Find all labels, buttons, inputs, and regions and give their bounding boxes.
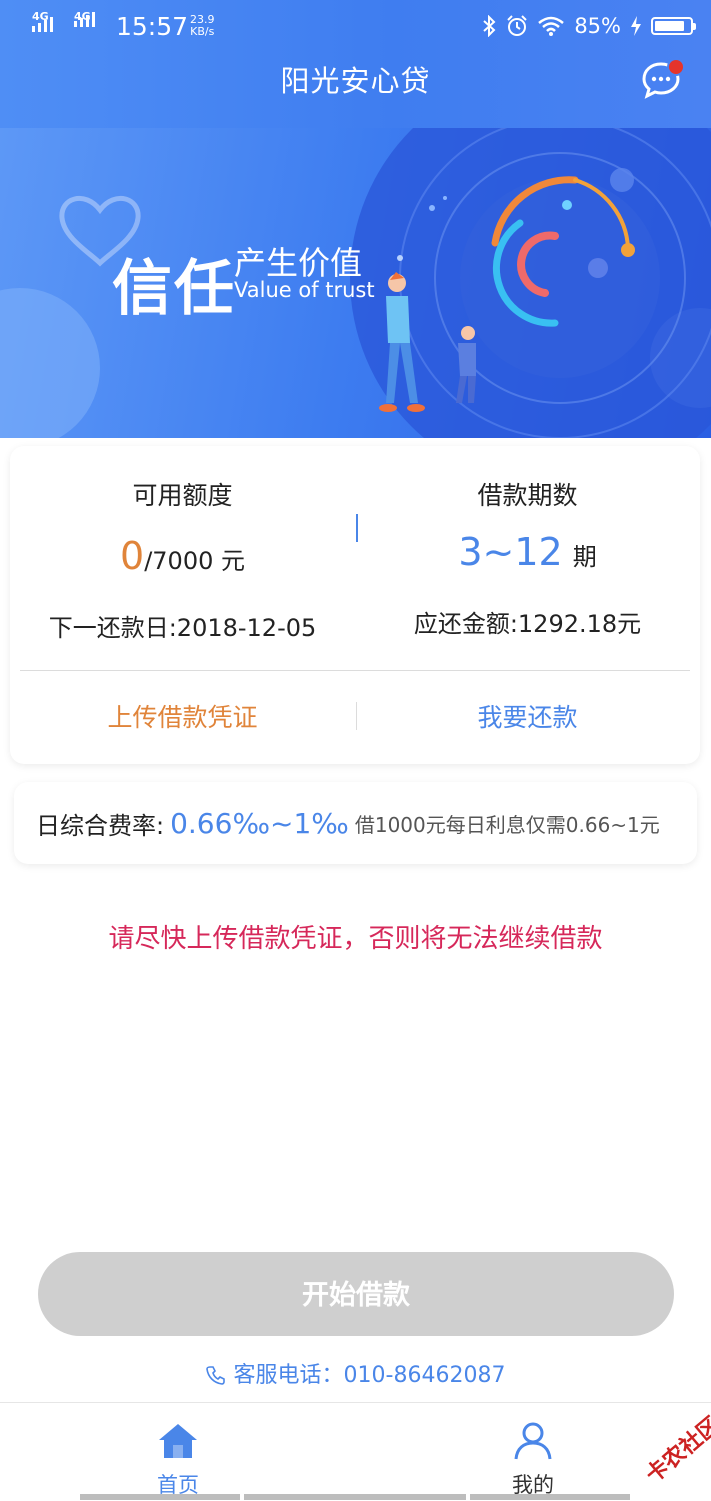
charging-icon	[631, 16, 641, 36]
tab-mine[interactable]: 我的	[433, 1403, 633, 1501]
wifi-icon	[538, 16, 565, 36]
period-amount: 3~12 期	[355, 530, 700, 574]
due-amount: 应还金额:1292.18元	[413, 610, 642, 638]
rate-value: 0.66‰~1‰	[170, 806, 349, 840]
app-header: 4G 4G 15:57 23.9 KB/s 85% 阳光安心贷	[0, 0, 711, 128]
battery-icon	[651, 17, 696, 35]
next-repay-date: 下一还款日:2018-12-05	[48, 614, 317, 642]
period-value: 3~12	[458, 530, 563, 574]
warning-message: 请尽快上传借款凭证，否则将无法继续借款	[108, 924, 603, 954]
home-icon	[159, 1424, 197, 1458]
quota-total: /7000	[144, 547, 214, 575]
period-label: 借款期数	[477, 481, 578, 510]
battery-percent: 85%	[574, 14, 621, 38]
rate-description: 借1000元每日利息仅需0.66~1元	[354, 812, 660, 837]
status-icons: 85%	[482, 14, 696, 38]
status-time: 15:57	[116, 12, 189, 41]
nav-strip-right	[470, 1494, 630, 1500]
rate-card: 日综合费率: 0.66‰~1‰ 借1000元每日利息仅需0.66~1元	[14, 782, 697, 864]
quota-unit: 元	[221, 547, 245, 575]
signal-label-1: 4G	[32, 10, 49, 23]
repay-button[interactable]: 我要还款	[355, 671, 700, 764]
period-section: 借款期数 3~12 期 应还金额:1292.18元	[355, 446, 700, 639]
alarm-icon	[507, 15, 528, 36]
tab-home[interactable]: 首页	[78, 1403, 278, 1501]
user-icon	[514, 1422, 552, 1460]
nav-strip-middle	[244, 1494, 466, 1500]
quota-amount: 0/7000 元	[10, 534, 355, 578]
page-title: 阳光安心贷	[280, 64, 431, 98]
quota-section: 可用额度 0/7000 元 下一还款日:2018-12-05	[10, 446, 355, 643]
bottom-tab-bar: 首页 我的	[0, 1402, 711, 1501]
battery-level	[655, 21, 684, 31]
phone-icon	[205, 1366, 225, 1385]
nav-strip-left	[80, 1494, 240, 1500]
signal-icon-1: 4G	[32, 10, 53, 32]
upload-voucher-button[interactable]: 上传借款凭证	[10, 671, 355, 764]
signal-icon-2: 4G	[74, 10, 95, 27]
bluetooth-icon	[483, 15, 496, 37]
period-unit: 期	[572, 543, 597, 571]
customer-service-hotline[interactable]: 客服电话：010-86462087	[0, 1357, 711, 1389]
quota-used: 0	[120, 534, 145, 578]
banner-subtitle-en: Value of trust	[234, 278, 375, 302]
rate-label: 日综合费率:	[36, 811, 165, 840]
net-speed: 23.9 KB/s	[190, 14, 215, 38]
quota-label: 可用额度	[132, 481, 233, 510]
loan-summary-card: 可用额度 0/7000 元 下一还款日:2018-12-05 借款期数 3~12…	[10, 446, 700, 764]
net-speed-unit: KB/s	[190, 25, 215, 38]
signal-label-2: 4G	[74, 10, 91, 23]
banner-title: 信任	[112, 254, 236, 324]
status-bar: 4G 4G 15:57 23.9 KB/s 85%	[0, 0, 711, 56]
notification-dot	[667, 58, 685, 76]
promo-banner[interactable]: 信任 产生价值 Value of trust	[0, 128, 711, 438]
hotline-text: 客服电话：010-86462087	[233, 1363, 506, 1388]
message-button[interactable]	[641, 58, 685, 100]
start-loan-button[interactable]: 开始借款	[38, 1252, 674, 1336]
